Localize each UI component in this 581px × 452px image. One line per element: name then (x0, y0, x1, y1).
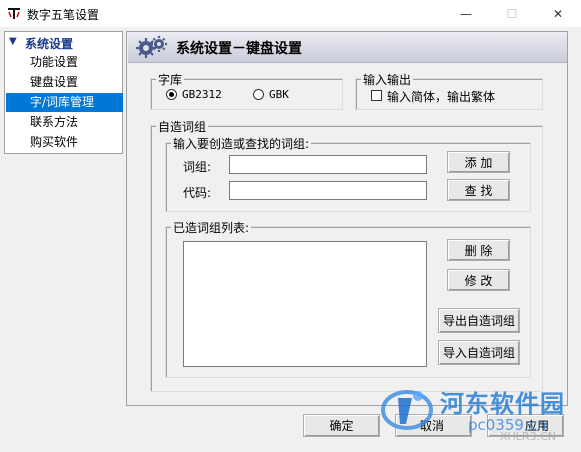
word-input[interactable] (229, 155, 427, 174)
gears-icon (136, 36, 167, 58)
sidebar-item-contact[interactable]: 联系方法 (6, 113, 123, 132)
charset-group-label: 字库 (156, 71, 185, 88)
word-field-label: 词组: (183, 160, 212, 174)
gb2312-label: GB2312 (182, 88, 222, 101)
code-input[interactable] (229, 181, 427, 200)
simplified-traditional-label: 输入简体，输出繁体 (387, 90, 496, 104)
code-field-label: 代码: (183, 186, 212, 200)
gbk-label: GBK (269, 88, 289, 101)
sidebar-item-purchase[interactable]: 购买软件 (6, 133, 123, 152)
watermark-small-text: XHLR3.CN (500, 430, 556, 443)
simplified-traditional-checkbox[interactable] (371, 90, 382, 101)
word-list-group-label: 已造词组列表: (171, 219, 252, 236)
create-find-group-label: 输入要创造或查找的词组: (171, 135, 312, 152)
sidebar-item-function-settings[interactable]: 功能设置 (6, 53, 123, 72)
custom-words-group-label: 自造词组 (156, 118, 209, 135)
sidebar-header-label: 系统设置 (25, 37, 74, 51)
window-title: 数字五笔设置 (27, 8, 100, 22)
sidebar-item-dictionary[interactable]: 字/词库管理 (6, 93, 123, 112)
sidebar-header[interactable]: ▼ 系统设置 (5, 34, 122, 52)
add-button[interactable]: 添 加 (447, 151, 510, 173)
ok-button[interactable]: 确定 (303, 414, 380, 437)
delete-button[interactable]: 删 除 (447, 239, 510, 261)
gbk-radio[interactable] (253, 89, 264, 100)
sidebar-item-keyboard-settings[interactable]: 键盘设置 (6, 73, 123, 92)
io-group-label: 输入输出 (361, 71, 414, 88)
gb2312-radio[interactable] (166, 89, 177, 100)
watermark-text: 河东软件园 (440, 390, 565, 418)
app-logo-icon (6, 5, 22, 21)
modify-button[interactable]: 修 改 (447, 269, 510, 291)
sidebar-tree: ▼ 系统设置 功能设置 键盘设置 字/词库管理 联系方法 购买软件 (4, 31, 123, 154)
watermark-logo-icon (381, 390, 433, 430)
close-button[interactable]: ✕ (535, 0, 581, 27)
maximize-button[interactable]: ☐ (489, 0, 535, 27)
word-listbox[interactable] (183, 241, 427, 367)
collapse-arrow-icon[interactable]: ▼ (9, 36, 17, 47)
import-words-button[interactable]: 导入自造词组 (438, 340, 520, 365)
minimize-button[interactable]: — (443, 0, 489, 27)
panel-title: 系统设置－键盘设置 (176, 41, 302, 57)
find-button[interactable]: 查 找 (447, 179, 510, 201)
export-words-button[interactable]: 导出自造词组 (438, 308, 520, 333)
